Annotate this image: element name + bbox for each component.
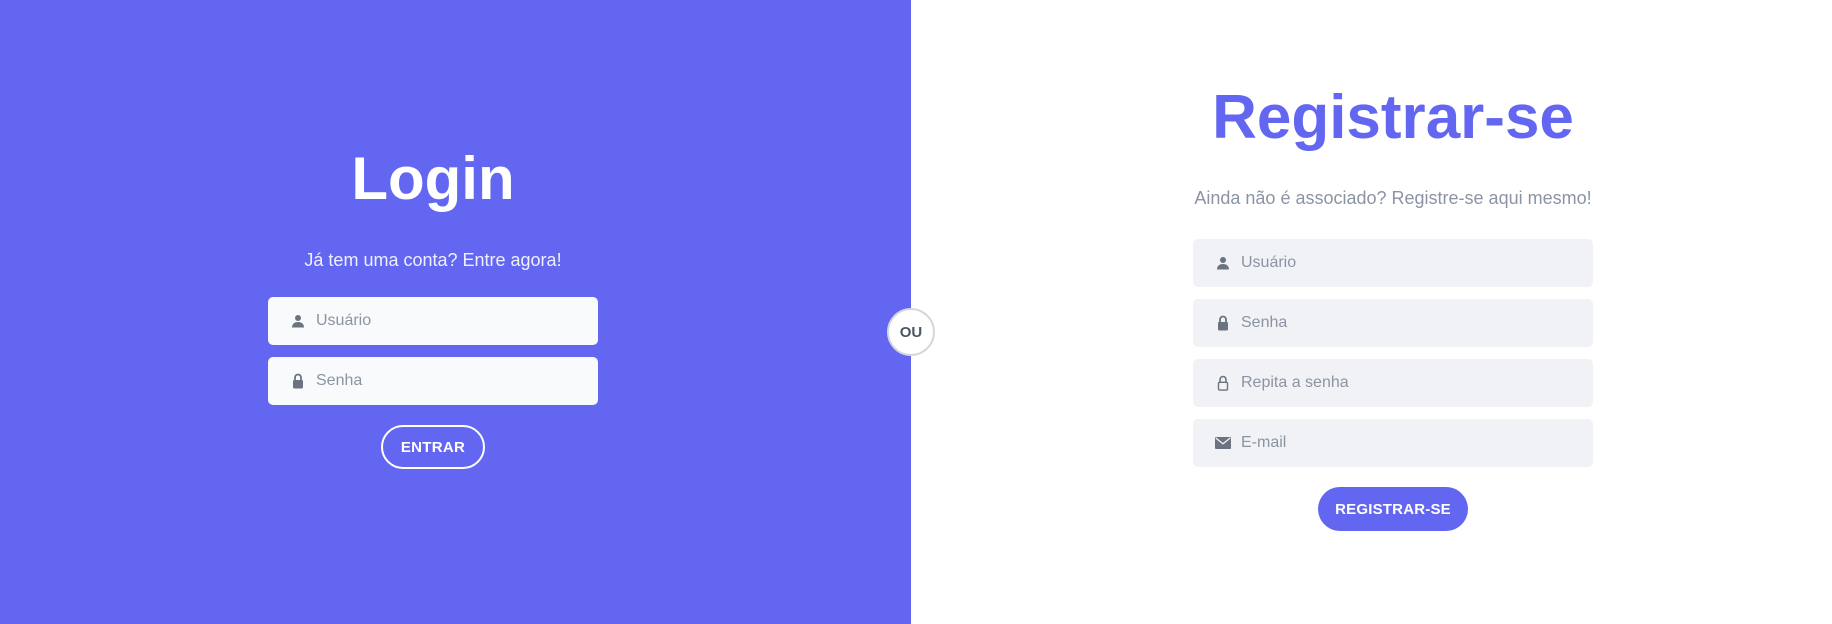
login-submit-button[interactable]: ENTRAR [381, 425, 485, 469]
register-submit-button[interactable]: REGISTRAR-SE [1318, 487, 1468, 531]
register-password-input[interactable] [1241, 299, 1593, 347]
register-username-field[interactable] [1193, 239, 1593, 287]
register-subtitle: Ainda não é associado? Registre-se aqui … [1194, 188, 1592, 208]
lock-outline-icon [1215, 375, 1231, 391]
login-title: Login [351, 145, 515, 212]
envelope-icon [1215, 435, 1231, 451]
login-password-input[interactable] [316, 357, 598, 405]
user-icon [290, 313, 306, 329]
register-email-input[interactable] [1241, 419, 1593, 467]
lock-icon [290, 373, 306, 389]
register-repeat-password-input[interactable] [1241, 359, 1593, 407]
login-password-field[interactable] [268, 357, 598, 405]
register-password-field[interactable] [1193, 299, 1593, 347]
user-icon [1215, 255, 1231, 271]
register-username-input[interactable] [1241, 239, 1593, 287]
register-title: Registrar-se [1212, 83, 1574, 152]
register-repeat-password-field[interactable] [1193, 359, 1593, 407]
login-username-field[interactable] [268, 297, 598, 345]
login-subtitle: Já tem uma conta? Entre agora! [304, 250, 562, 270]
register-email-field[interactable] [1193, 419, 1593, 467]
lock-icon [1215, 315, 1231, 331]
or-divider-badge: OU [887, 308, 935, 356]
login-username-input[interactable] [316, 297, 598, 345]
